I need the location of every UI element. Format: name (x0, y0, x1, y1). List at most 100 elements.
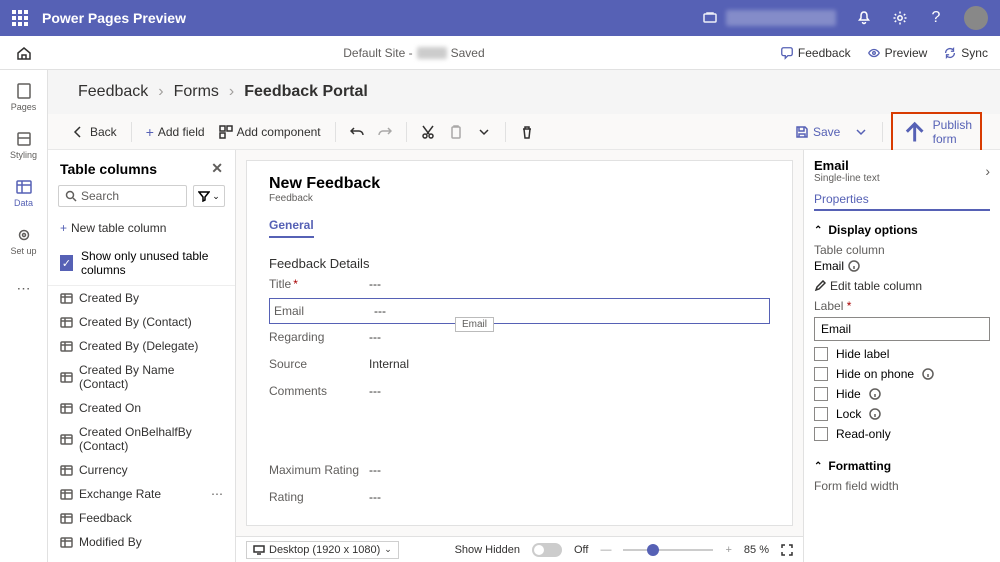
more-icon[interactable]: ⋯ (211, 487, 223, 501)
zoom-slider[interactable] (623, 549, 713, 551)
form-field[interactable]: Rating--- (269, 484, 770, 511)
left-rail: Pages Styling Data Set up ⋯ (0, 70, 48, 562)
edit-table-column-link[interactable]: Edit table column (814, 279, 990, 293)
column-type-icon (60, 464, 73, 477)
paste-button[interactable] (443, 121, 469, 143)
columns-title: Table columns (60, 161, 157, 177)
columns-panel: Table columns ✕ Search ⌄ + New table col… (48, 150, 236, 562)
save-chevron[interactable] (848, 121, 874, 143)
rail-setup[interactable]: Set up (0, 224, 47, 258)
formatting-section[interactable]: ⌃ Formatting (814, 459, 990, 473)
add-field-button[interactable]: + Add field (140, 120, 211, 144)
form-field[interactable]: SourceInternal (269, 351, 770, 378)
filter-button[interactable]: ⌄ (193, 185, 225, 207)
delete-button[interactable] (514, 121, 540, 143)
save-button[interactable]: Save (789, 121, 846, 143)
command-bar: Default Site - Saved Feedback Preview Sy… (0, 36, 1000, 70)
publish-form-button[interactable]: Publish form (891, 112, 982, 152)
search-icon (65, 190, 77, 202)
app-launcher-icon[interactable] (12, 10, 28, 26)
form-entity: Feedback (269, 193, 770, 204)
column-type-icon (60, 371, 73, 384)
cut-button[interactable] (415, 121, 441, 143)
monitor-icon (253, 544, 265, 556)
properties-tab[interactable]: Properties (814, 192, 990, 211)
column-type-icon (60, 512, 73, 525)
info-icon[interactable] (869, 388, 881, 400)
hide-label-checkbox[interactable]: Hide label (814, 347, 990, 361)
form-canvas[interactable]: New Feedback Feedback General Feedback D… (246, 160, 793, 526)
column-item[interactable]: Created OnBelhalfBy (Contact) (48, 420, 235, 458)
display-options-section[interactable]: ⌃ Display options (814, 223, 990, 237)
info-icon[interactable] (848, 260, 860, 272)
column-type-icon (60, 316, 73, 329)
search-input[interactable]: Search (58, 185, 187, 207)
help-icon[interactable]: ? (928, 10, 944, 26)
add-component-button[interactable]: Add component (213, 121, 327, 143)
show-hidden-toggle[interactable] (532, 543, 562, 557)
column-type-icon (60, 402, 73, 415)
undo-button[interactable] (344, 121, 370, 143)
zoom-value: 85 % (744, 544, 769, 556)
back-button[interactable]: Back (66, 121, 123, 143)
show-unused-checkbox[interactable]: ✓ Show only unused table columns (48, 241, 235, 286)
paste-chevron[interactable] (471, 121, 497, 143)
component-icon (219, 125, 233, 139)
rail-styling[interactable]: Styling (0, 128, 47, 162)
form-tab-general[interactable]: General (269, 218, 314, 238)
hide-phone-checkbox[interactable]: Hide on phone (814, 367, 990, 381)
form-field[interactable]: Email---Email (269, 298, 770, 324)
form-canvas-area: New Feedback Feedback General Feedback D… (236, 150, 804, 562)
info-icon[interactable] (922, 368, 934, 380)
feedback-link[interactable]: Feedback (780, 46, 851, 60)
column-item[interactable]: Created On (48, 396, 235, 420)
column-type-icon (60, 292, 73, 305)
close-icon[interactable]: ✕ (211, 160, 223, 177)
column-item[interactable]: Currency (48, 458, 235, 482)
column-type-icon (60, 340, 73, 353)
new-column-link[interactable]: + New table column (48, 215, 235, 241)
rail-data[interactable]: Data (0, 176, 47, 210)
expand-icon[interactable] (781, 544, 793, 556)
avatar[interactable] (964, 6, 988, 30)
plus-icon: + (60, 221, 67, 235)
form-field[interactable]: Title*--- (269, 271, 770, 298)
bell-icon[interactable] (856, 10, 872, 26)
column-item[interactable]: Exchange Rate⋯ (48, 482, 235, 506)
filter-icon (198, 190, 210, 202)
form-title: New Feedback (269, 175, 770, 193)
preview-link[interactable]: Preview (867, 46, 928, 60)
form-field[interactable]: Maximum Rating--- (269, 457, 770, 484)
rail-more[interactable]: ⋯ (17, 280, 31, 297)
form-field[interactable]: Comments--- (269, 378, 770, 405)
redo-button[interactable] (372, 121, 398, 143)
hide-checkbox[interactable]: Hide (814, 387, 990, 401)
gear-icon[interactable] (892, 10, 908, 26)
work-area: Feedback › Forms › Feedback Portal Back … (48, 70, 1000, 562)
crumb-forms[interactable]: Forms (174, 83, 219, 101)
column-item[interactable]: Created By (Contact) (48, 310, 235, 334)
redo-icon (378, 125, 392, 139)
column-item[interactable]: Created By Name (Contact) (48, 358, 235, 396)
undo-icon (350, 125, 364, 139)
column-type-icon (60, 536, 73, 549)
rail-pages[interactable]: Pages (0, 80, 47, 114)
save-icon (795, 125, 809, 139)
label-input[interactable] (814, 317, 990, 341)
info-icon[interactable] (869, 408, 881, 420)
column-item[interactable]: Created By (Delegate) (48, 334, 235, 358)
device-selector[interactable]: Desktop (1920 x 1080) ⌄ (246, 541, 399, 559)
readonly-checkbox[interactable]: Read-only (814, 427, 990, 441)
chevron-right-icon[interactable]: › (985, 163, 990, 179)
app-title: Power Pages Preview (42, 10, 186, 26)
sync-link[interactable]: Sync (943, 46, 988, 60)
column-item[interactable]: Created By (48, 286, 235, 310)
crumb-feedback[interactable]: Feedback (78, 83, 148, 101)
home-icon[interactable] (16, 45, 32, 61)
form-field[interactable]: Regarding--- (269, 324, 770, 351)
lock-checkbox[interactable]: Lock (814, 407, 990, 421)
feedback-icon (780, 46, 794, 60)
column-item[interactable]: Feedback (48, 506, 235, 530)
environment-chip[interactable] (702, 10, 836, 26)
column-item[interactable]: Modified By (48, 530, 235, 552)
